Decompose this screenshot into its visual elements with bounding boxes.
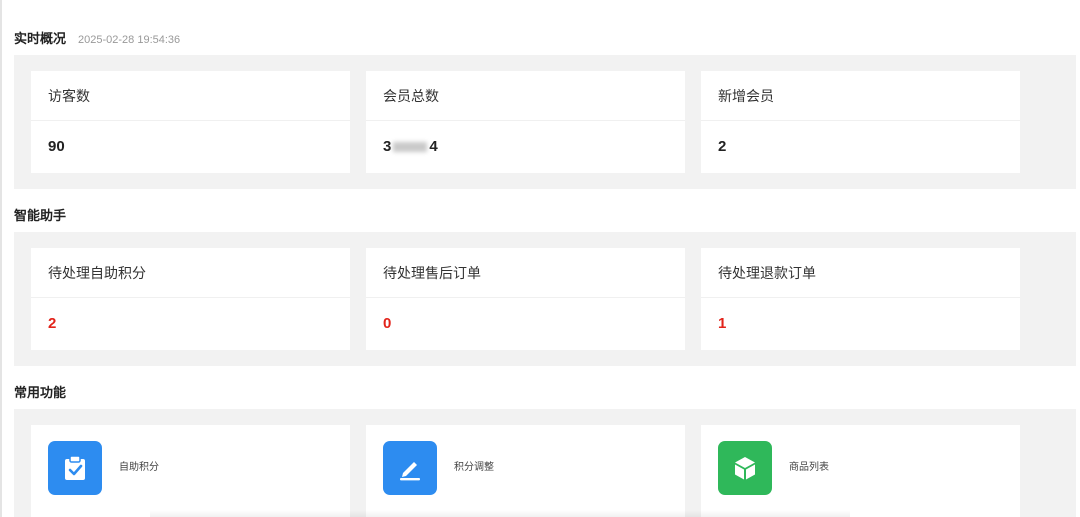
card-label: 待处理退款订单 (701, 248, 1020, 298)
new-member-card[interactable]: 新增会员 2 (701, 71, 1020, 173)
functions-panel: 自助积分 积分调整 商品列表 (14, 409, 1076, 517)
pencil-edit-icon (383, 441, 437, 495)
card-label: 会员总数 (366, 71, 685, 121)
function-label: 商品列表 (789, 462, 829, 473)
card-label: 新增会员 (701, 71, 1020, 121)
product-list-function[interactable]: 商品列表 (701, 425, 1020, 517)
cube-box-icon (718, 441, 772, 495)
value-suffix: 4 (429, 138, 438, 155)
card-label: 访客数 (31, 71, 350, 121)
clipboard-check-icon (48, 441, 102, 495)
card-value: 34 (366, 121, 685, 173)
card-value: 2 (718, 138, 727, 155)
function-label: 自助积分 (119, 462, 159, 473)
member-total-card[interactable]: 会员总数 34 (366, 71, 685, 173)
self-points-function[interactable]: 自助积分 (31, 425, 350, 517)
pending-refund-card[interactable]: 待处理退款订单 1 (701, 248, 1020, 350)
card-value: 1 (718, 315, 727, 332)
left-border (0, 0, 2, 517)
pending-self-points-card[interactable]: 待处理自助积分 2 (31, 248, 350, 350)
card-value: 2 (48, 315, 57, 332)
points-adjust-function[interactable]: 积分调整 (366, 425, 685, 517)
assistant-title: 智能助手 (14, 208, 67, 223)
assistant-panel: 待处理自助积分 2 待处理售后订单 0 待处理退款订单 1 (14, 232, 1076, 366)
realtime-title: 实时概况 (14, 31, 67, 46)
realtime-header: 实时概况 2025-02-28 19:54:36 (14, 28, 180, 47)
function-label: 积分调整 (454, 462, 494, 473)
card-label: 待处理自助积分 (31, 248, 350, 298)
card-label: 待处理售后订单 (366, 248, 685, 298)
visitor-count-card[interactable]: 访客数 90 (31, 71, 350, 173)
card-value: 0 (383, 315, 392, 332)
functions-header: 常用功能 (14, 382, 66, 401)
card-value: 90 (48, 138, 65, 155)
value-prefix: 3 (383, 138, 392, 155)
assistant-header: 智能助手 (14, 205, 66, 224)
realtime-panel: 访客数 90 会员总数 34 新增会员 2 (14, 55, 1076, 189)
realtime-timestamp: 2025-02-28 19:54:36 (78, 34, 181, 46)
bottom-shadow (150, 510, 850, 517)
blurred-value (393, 142, 428, 153)
pending-after-sales-card[interactable]: 待处理售后订单 0 (366, 248, 685, 350)
functions-title: 常用功能 (14, 385, 67, 400)
